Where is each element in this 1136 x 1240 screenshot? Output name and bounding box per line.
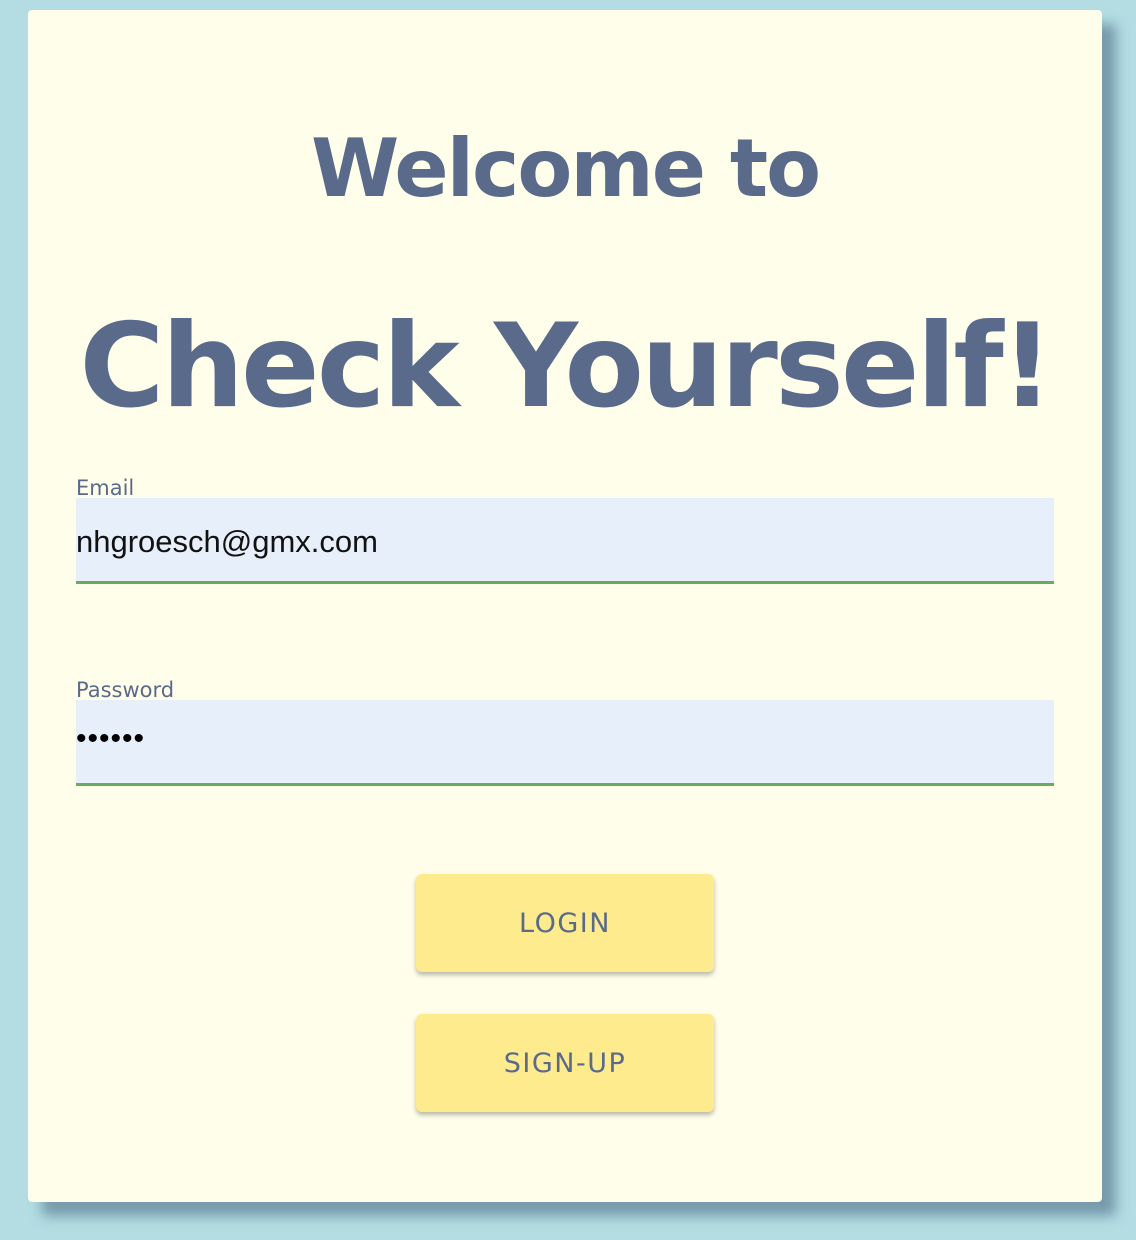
password-value: •••••• — [76, 722, 146, 755]
password-label: Password — [76, 678, 175, 702]
email-label: Email — [76, 476, 135, 500]
login-card: Welcome to Check Yourself! Email nhgroes… — [28, 10, 1102, 1202]
sign-up-button[interactable]: SIGN-UP — [416, 1014, 714, 1112]
email-value: nhgroesch@gmx.com — [76, 524, 378, 559]
password-field[interactable]: •••••• — [76, 700, 1054, 786]
login-button[interactable]: LOGIN — [416, 874, 714, 972]
app-title: Check Yourself! — [79, 299, 1053, 434]
welcome-heading: Welcome to — [310, 122, 821, 215]
email-field[interactable]: nhgroesch@gmx.com — [76, 498, 1054, 584]
